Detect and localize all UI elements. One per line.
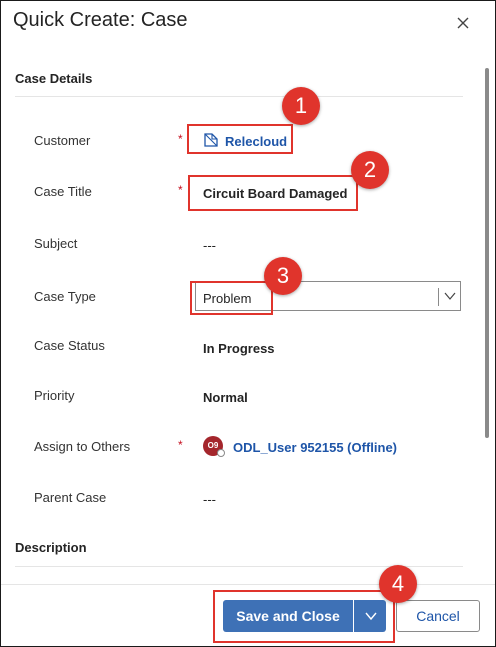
highlight-box-save <box>213 590 395 643</box>
section-description: Description <box>15 540 87 555</box>
case-status-value: In Progress <box>203 341 275 356</box>
required-marker: * <box>178 183 183 197</box>
parent-case-value[interactable]: --- <box>203 492 216 507</box>
scrollbar[interactable] <box>483 68 491 578</box>
highlight-box-case-type <box>190 281 273 315</box>
assign-to-others-label: Assign to Others <box>34 439 131 454</box>
required-marker: * <box>178 438 183 452</box>
chevron-down-icon[interactable] <box>443 289 457 303</box>
dialog-title: Quick Create: Case <box>13 9 188 31</box>
section-divider <box>15 96 463 97</box>
select-separator <box>438 288 439 306</box>
customer-label: Customer <box>34 133 91 148</box>
parent-case-label: Parent Case <box>34 490 107 505</box>
case-status-label: Case Status <box>34 338 105 353</box>
highlight-box-case-title <box>188 175 358 211</box>
required-marker: * <box>178 132 183 146</box>
quick-create-dialog: Quick Create: Case Case Details Customer… <box>0 0 496 647</box>
priority-label: Priority <box>34 388 75 403</box>
case-title-label: Case Title <box>34 184 92 199</box>
priority-value[interactable]: Normal <box>203 390 248 405</box>
callout-badge-3: 3 <box>264 257 302 295</box>
presence-status-icon <box>217 449 225 457</box>
callout-badge-2: 2 <box>351 151 389 189</box>
callout-badge-1: 1 <box>282 87 320 125</box>
case-type-label: Case Type <box>34 289 96 304</box>
close-icon[interactable] <box>453 13 473 33</box>
subject-label: Subject <box>34 236 78 251</box>
highlight-box-customer <box>187 124 293 154</box>
callout-badge-4: 4 <box>379 565 417 603</box>
scrollbar-thumb[interactable] <box>485 68 489 438</box>
subject-value[interactable]: --- <box>203 238 216 253</box>
footer-divider <box>1 584 495 585</box>
section-case-details: Case Details <box>15 71 93 86</box>
assignee-link[interactable]: ODL_User 952155 (Offline) <box>233 440 397 455</box>
cancel-button[interactable]: Cancel <box>396 600 480 632</box>
